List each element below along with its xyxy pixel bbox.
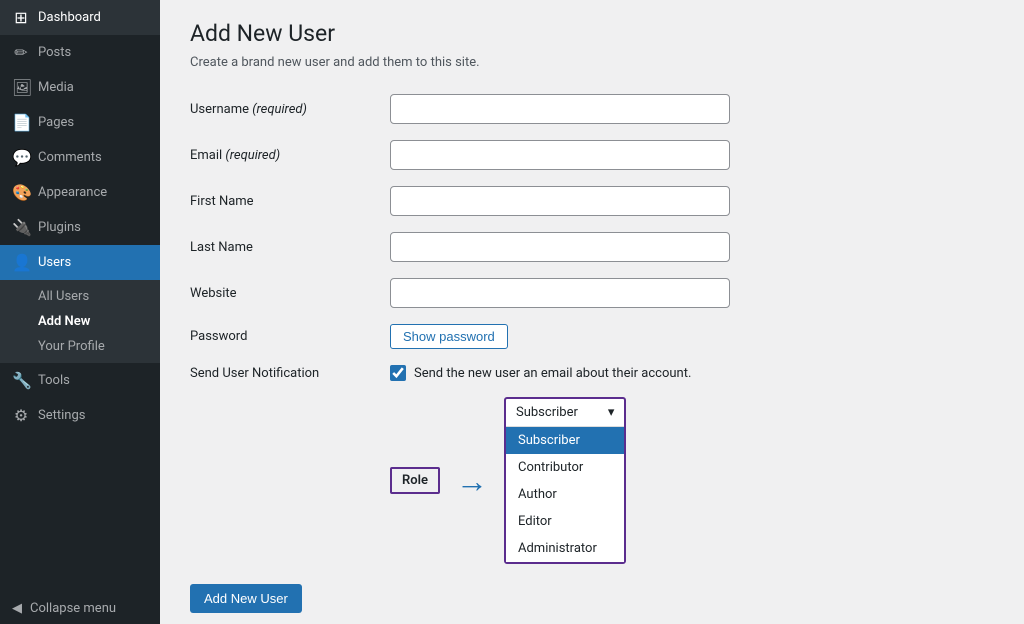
lastname-row: Last Name: [190, 232, 994, 262]
role-label-text: [190, 397, 390, 403]
firstname-row: First Name: [190, 186, 994, 216]
username-row: Username (required): [190, 94, 994, 124]
sidebar-item-label: Pages: [38, 115, 74, 130]
role-select-header[interactable]: Subscriber ▾: [506, 399, 624, 427]
notification-checkbox[interactable]: [390, 365, 406, 381]
sidebar-item-users[interactable]: 👤 Users: [0, 245, 160, 280]
role-selected-value: Subscriber: [516, 405, 578, 420]
email-label: Email (required): [190, 148, 390, 163]
tools-icon: 🔧: [12, 371, 30, 390]
lastname-input[interactable]: [390, 232, 730, 262]
website-row: Website: [190, 278, 994, 308]
main-content: Add New User Create a brand new user and…: [160, 0, 1024, 624]
collapse-menu[interactable]: ◀ Collapse menu: [0, 593, 160, 624]
role-option-administrator[interactable]: Administrator: [506, 535, 624, 562]
submenu-add-new[interactable]: Add New: [0, 309, 160, 334]
website-input[interactable]: [390, 278, 730, 308]
role-option-editor[interactable]: Editor: [506, 508, 624, 535]
posts-icon: ✏: [12, 43, 30, 62]
submenu-your-profile[interactable]: Your Profile: [0, 334, 160, 359]
sidebar-item-dashboard[interactable]: ⊞ Dashboard: [0, 0, 160, 35]
sidebar-item-label: Appearance: [38, 185, 107, 200]
submit-row: Add New User: [190, 584, 994, 613]
role-option-author[interactable]: Author: [506, 481, 624, 508]
role-label-box: Role: [390, 467, 440, 494]
page-subtitle: Create a brand new user and add them to …: [190, 55, 994, 70]
appearance-icon: 🎨: [12, 183, 30, 202]
role-arrow: →: [456, 465, 488, 497]
role-section: Role → Subscriber ▾ Subscriber Contribut…: [190, 397, 994, 564]
submenu-all-users[interactable]: All Users: [0, 284, 160, 309]
sidebar-item-media[interactable]: 🖼 Media: [0, 70, 160, 105]
notification-label: Send User Notification: [190, 366, 390, 381]
username-label: Username (required): [190, 102, 390, 117]
notification-content: Send the new user an email about their a…: [390, 365, 691, 381]
collapse-label: Collapse menu: [30, 601, 116, 616]
sidebar-item-label: Users: [38, 255, 71, 270]
sidebar-item-posts[interactable]: ✏ Posts: [0, 35, 160, 70]
sidebar: ⊞ Dashboard ✏ Posts 🖼 Media 📄 Pages 💬 Co…: [0, 0, 160, 624]
notification-row: Send User Notification Send the new user…: [190, 365, 994, 381]
firstname-input[interactable]: [390, 186, 730, 216]
role-options-list: Subscriber Contributor Author Editor Adm…: [506, 427, 624, 562]
role-option-contributor[interactable]: Contributor: [506, 454, 624, 481]
sidebar-item-plugins[interactable]: 🔌 Plugins: [0, 210, 160, 245]
pages-icon: 📄: [12, 113, 30, 132]
sidebar-item-label: Posts: [38, 45, 71, 60]
collapse-icon: ◀: [12, 601, 22, 616]
users-icon: 👤: [12, 253, 30, 272]
notification-text: Send the new user an email about their a…: [414, 366, 691, 381]
sidebar-item-label: Media: [38, 80, 74, 95]
chevron-down-icon: ▾: [608, 405, 615, 420]
sidebar-item-pages[interactable]: 📄 Pages: [0, 105, 160, 140]
sidebar-item-tools[interactable]: 🔧 Tools: [0, 363, 160, 398]
role-controls: Role → Subscriber ▾ Subscriber Contribut…: [390, 397, 626, 564]
username-input[interactable]: [390, 94, 730, 124]
sidebar-item-label: Plugins: [38, 220, 81, 235]
sidebar-item-settings[interactable]: ⚙ Settings: [0, 398, 160, 433]
password-label: Password: [190, 329, 390, 344]
plugins-icon: 🔌: [12, 218, 30, 237]
sidebar-item-label: Dashboard: [38, 10, 101, 25]
role-option-subscriber[interactable]: Subscriber: [506, 427, 624, 454]
lastname-label: Last Name: [190, 240, 390, 255]
show-password-button[interactable]: Show password: [390, 324, 508, 349]
comments-icon: 💬: [12, 148, 30, 167]
settings-icon: ⚙: [12, 406, 30, 425]
dashboard-icon: ⊞: [12, 8, 30, 27]
website-label: Website: [190, 286, 390, 301]
add-new-user-button[interactable]: Add New User: [190, 584, 302, 613]
users-submenu: All Users Add New Your Profile: [0, 280, 160, 363]
password-row: Password Show password: [190, 324, 994, 349]
sidebar-item-comments[interactable]: 💬 Comments: [0, 140, 160, 175]
sidebar-item-appearance[interactable]: 🎨 Appearance: [0, 175, 160, 210]
email-input[interactable]: [390, 140, 730, 170]
media-icon: 🖼: [12, 78, 30, 97]
email-row: Email (required): [190, 140, 994, 170]
role-dropdown[interactable]: Subscriber ▾ Subscriber Contributor Auth…: [504, 397, 626, 564]
sidebar-item-label: Tools: [38, 373, 70, 388]
sidebar-item-label: Settings: [38, 408, 85, 423]
firstname-label: First Name: [190, 194, 390, 209]
sidebar-item-label: Comments: [38, 150, 102, 165]
page-title: Add New User: [190, 20, 994, 47]
